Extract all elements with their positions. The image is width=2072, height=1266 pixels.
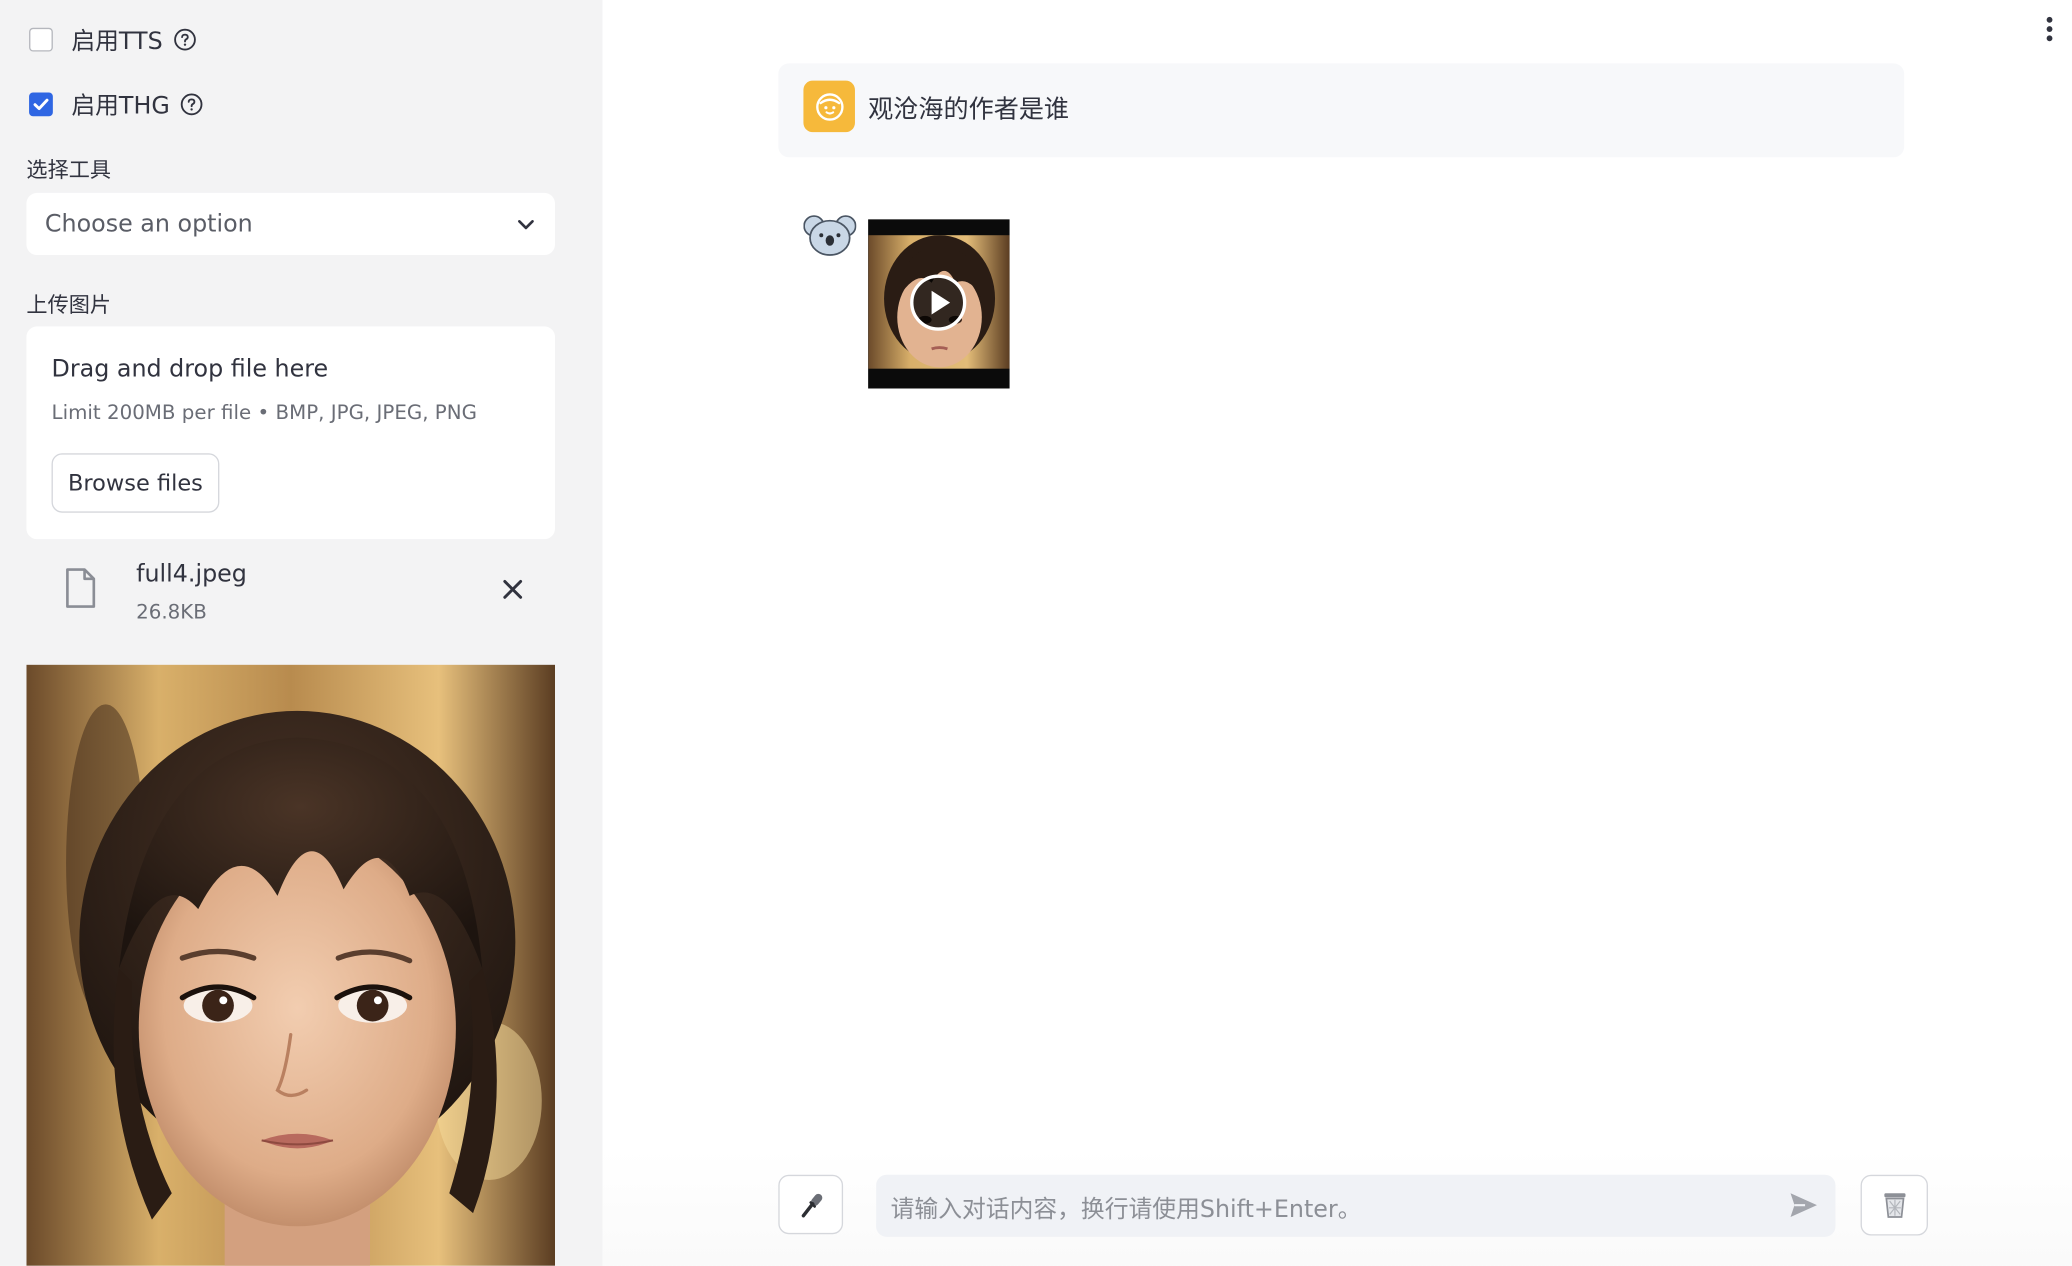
tool-select-value: Choose an option (44, 210, 253, 238)
chat-input[interactable]: 请输入对话内容，换行请使用Shift+Enter。 (876, 1174, 1836, 1237)
send-icon[interactable] (1788, 1191, 1820, 1225)
file-size: 26.8KB (136, 599, 207, 624)
clear-chat-button[interactable] (1860, 1174, 1928, 1236)
tts-checkbox-label: 启用TTS (71, 27, 163, 56)
help-circle-icon[interactable] (180, 93, 204, 117)
microphone-button[interactable] (778, 1174, 844, 1235)
close-icon[interactable] (500, 576, 526, 608)
baby-face-icon (803, 80, 855, 133)
browse-files-button[interactable]: Browse files (51, 453, 220, 513)
tts-checkbox[interactable] (29, 27, 53, 52)
checkmark-icon (33, 98, 49, 111)
koala-icon (803, 213, 857, 266)
user-message-text: 观沧海的作者是谁 (868, 95, 1070, 125)
uploaded-image-preview (26, 664, 556, 1266)
upload-label: 上传图片 (26, 292, 112, 318)
trash-icon (1883, 1193, 1905, 1218)
kebab-menu-icon[interactable] (2046, 16, 2054, 48)
tool-select-label: 选择工具 (26, 157, 112, 183)
uploaded-file-row: full4.jpeg 26.8KB (26, 555, 555, 634)
thg-checkbox-row[interactable]: 启用THG (29, 90, 204, 121)
video-player[interactable] (868, 219, 1010, 389)
sidebar: 启用TTS 启用THG 选择工具 Choose an option 上传图片 D… (0, 0, 603, 1266)
file-dropzone[interactable]: Drag and drop file here Limit 200MB per … (26, 326, 556, 540)
dropzone-limit: Limit 200MB per file • BMP, JPG, JPEG, P… (51, 400, 477, 425)
chat-input-placeholder: 请输入对话内容，换行请使用Shift+Enter。 (890, 1195, 1362, 1224)
file-name: full4.jpeg (136, 560, 247, 589)
chat-main: 观沧海的作者是谁 请输入对话内容，换行请使用Shift+Enter。 (602, 0, 2072, 1266)
help-circle-icon[interactable] (173, 28, 197, 52)
user-message: 观沧海的作者是谁 (778, 63, 1905, 158)
tool-select[interactable]: Choose an option (26, 192, 556, 256)
app-root: 启用TTS 启用THG 选择工具 Choose an option 上传图片 D… (0, 0, 2072, 1266)
thg-checkbox[interactable] (29, 92, 53, 117)
dropzone-title: Drag and drop file here (51, 355, 329, 384)
thg-checkbox-label: 启用THG (71, 92, 170, 121)
tts-checkbox-row[interactable]: 启用TTS (29, 25, 197, 56)
file-icon (63, 567, 97, 615)
chevron-down-icon (518, 219, 534, 229)
play-icon[interactable] (909, 274, 967, 332)
microphone-icon (801, 1193, 822, 1217)
chat-input-bar: 请输入对话内容，换行请使用Shift+Enter。 (602, 1149, 2072, 1266)
